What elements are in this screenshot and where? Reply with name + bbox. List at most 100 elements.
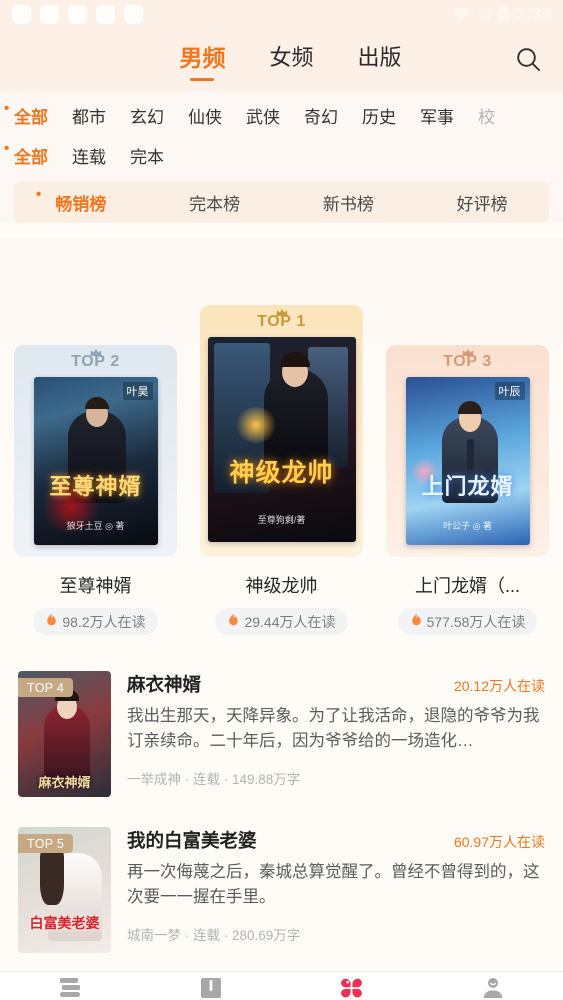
cover-byline: 狼牙土豆 ◎ 著: [66, 520, 125, 531]
status-chip-completed[interactable]: 完本: [130, 143, 164, 168]
book-description: 我出生那天，天降异象。为了让我活命，退隐的爷爷为我订亲续命。二十年后，因为爷爷给…: [127, 707, 540, 751]
list-item-body: 我的白富美老婆 60.97万人在读 再一次侮蔑之后，秦城总算觉醒了。曾经不曾得到…: [127, 827, 545, 953]
category-chip-qihuan[interactable]: 奇幻: [304, 103, 338, 128]
ranking-tab-acclaimed[interactable]: 好评榜: [415, 190, 549, 215]
reader-count-text: 577.58万人在读: [426, 613, 526, 630]
list-item[interactable]: 麻衣神婿 TOP 4 麻衣神婿 20.12万人在读 我出生那天，天降异象。为了让…: [18, 659, 545, 815]
crown-icon: [275, 304, 288, 322]
crown-icon: [89, 344, 102, 362]
wifi-icon: [452, 7, 471, 21]
bookshelf-icon: [57, 976, 84, 1000]
tab-publishing[interactable]: 出版: [358, 40, 402, 80]
fire-icon: [45, 613, 58, 631]
category-chip-fantasy[interactable]: 玄幻: [130, 103, 164, 128]
book-cover: 麻衣神婿 TOP 4: [18, 671, 111, 797]
reader-count-text: 20.12万人在读: [453, 678, 545, 694]
podium-footer: 至尊神婿 98.2万人在读 神级龙帅 29.44万人在读 上门龙婿（... 57…: [0, 560, 563, 635]
cover-title: 白富美老婆: [29, 915, 100, 931]
bottom-navigation: 书架 精选 书库: [0, 971, 563, 1000]
list-item-header: 麻衣神婿 20.12万人在读: [127, 671, 545, 697]
podium-foot-rank3: 上门龙婿（... 577.58万人在读: [386, 560, 549, 635]
cover-byline: 叶公子 ◎ 著: [443, 520, 492, 531]
category-chip-wuxia[interactable]: 武侠: [246, 103, 280, 128]
category-filter-row[interactable]: 全部 都市 玄幻 仙侠 武侠 奇幻 历史 军事 校: [0, 95, 563, 135]
book-cover: 叶昊 至尊神婿 狼牙土豆 ◎ 著: [33, 377, 158, 545]
nav-item-featured[interactable]: 精选: [141, 976, 282, 1000]
channel-tabs: 男频 女频 出版: [161, 39, 401, 81]
rank-badge: TOP 5: [18, 834, 74, 853]
podium-rank-label: TOP 3: [443, 349, 492, 371]
top-tab-bar: 男频 女频 出版: [0, 28, 563, 91]
fire-icon: [227, 613, 240, 631]
book-title[interactable]: 我的白富美老婆: [127, 827, 257, 853]
rank-badge: TOP 4: [18, 678, 74, 697]
podium-foot-rank2: 至尊神婿 98.2万人在读: [14, 560, 177, 635]
notification-placeholder-icon: [96, 4, 115, 24]
status-chip-ongoing[interactable]: 连载: [72, 143, 106, 168]
notification-placeholder-icon: [124, 4, 143, 24]
reader-count-text: 29.44万人在读: [244, 613, 336, 630]
nav-item-bookshelf[interactable]: 书架: [0, 976, 141, 1000]
cover-title: 上门龙婿: [421, 474, 514, 500]
book-cover: 叶辰 上门龙婿 叶公子 ◎ 著: [405, 377, 530, 545]
tab-female-channel[interactable]: 女频: [269, 40, 313, 80]
list-item-body: 麻衣神婿 20.12万人在读 我出生那天，天降异象。为了让我活命，退隐的爷爷为我…: [127, 671, 545, 797]
notification-placeholder-icon: [68, 4, 87, 24]
category-chip-military[interactable]: 军事: [420, 103, 454, 128]
cover-title: 麻衣神婿: [38, 775, 91, 790]
reader-count-text: 98.2万人在读: [62, 613, 146, 630]
podium-book-title[interactable]: 神级龙帅: [246, 572, 318, 598]
notification-placeholder-icon: [12, 4, 31, 24]
clover-icon: [339, 976, 364, 1000]
ranking-tab-bar: 畅销榜 完本榜 新书榜 好评榜: [14, 181, 549, 223]
reader-count-badge: 29.44万人在读: [215, 608, 348, 635]
podium-card-rank1[interactable]: TOP 1 神级龙帅 至尊狗剩/著: [200, 305, 363, 557]
cover-title: 神级龙帅: [229, 458, 334, 487]
search-icon[interactable]: [511, 43, 545, 77]
ranking-tab-completed[interactable]: 完本榜: [148, 190, 282, 215]
podium-card-rank3[interactable]: TOP 3 叶辰 上门龙婿 叶公子 ◎ 著: [386, 345, 549, 557]
book-cover: 白富美老婆 TOP 5: [18, 827, 111, 953]
nav-item-library[interactable]: 书库: [282, 976, 423, 1000]
battery-charging-icon: [498, 6, 509, 22]
crown-icon: [461, 344, 474, 362]
status-bar: 3:39: [0, 0, 563, 28]
notification-placeholder-icon: [40, 4, 59, 24]
reader-count-badge: 577.58万人在读: [397, 608, 538, 635]
category-chip-urban[interactable]: 都市: [72, 103, 106, 128]
tab-male-channel[interactable]: 男频: [179, 39, 225, 81]
book-title[interactable]: 麻衣神婿: [127, 671, 201, 697]
category-chip-campus[interactable]: 校: [478, 103, 495, 128]
cover-author-tag: 叶昊: [122, 382, 153, 400]
app-root: 3:39 男频 女频 出版 全部 都市 玄幻 仙侠 武侠 奇幻 历史 军事 校: [0, 0, 563, 1000]
ranking-list: 麻衣神婿 TOP 4 麻衣神婿 20.12万人在读 我出生那天，天降异象。为了让…: [0, 643, 563, 971]
ranking-tab-bestseller[interactable]: 畅销榜: [14, 186, 148, 215]
podium-book-title[interactable]: 至尊神婿: [60, 572, 132, 598]
fire-icon: [410, 613, 423, 631]
status-chip-all[interactable]: 全部: [4, 140, 48, 168]
category-chip-all[interactable]: 全部: [4, 100, 48, 128]
book-meta: 城南一梦 · 连载 · 280.69万字: [127, 928, 301, 944]
podium-rank-label: TOP 1: [257, 309, 306, 331]
book-cover: 神级龙帅 至尊狗剩/著: [207, 337, 356, 542]
podium-card-rank2[interactable]: TOP 2 叶昊 至尊神婿 狼牙土豆 ◎ 著: [14, 345, 177, 557]
status-bar-indicators: 3:39: [452, 4, 551, 24]
podium-book-title[interactable]: 上门龙婿（...: [415, 572, 520, 598]
book-open-icon: [199, 976, 223, 1000]
status-filter-row[interactable]: 全部 连载 完本: [0, 135, 563, 175]
list-item[interactable]: 白富美老婆 TOP 5 我的白富美老婆 60.97万人在读 再一次侮蔑之后，秦城…: [18, 815, 545, 971]
ranking-tab-new[interactable]: 新书榜: [282, 190, 416, 215]
book-description: 再一次侮蔑之后，秦城总算觉醒了。曾经不曾得到的，这次要一一握在手里。: [127, 863, 540, 907]
person-icon: [481, 976, 505, 1000]
status-bar-notifications: [12, 4, 143, 24]
category-chip-xianxia[interactable]: 仙侠: [188, 103, 222, 128]
category-chip-history[interactable]: 历史: [362, 103, 396, 128]
podium-rank-label: TOP 2: [71, 349, 120, 371]
status-bar-clock: 3:39: [515, 4, 551, 23]
nav-item-profile[interactable]: 我的: [422, 976, 563, 1000]
list-item-header: 我的白富美老婆 60.97万人在读: [127, 827, 545, 853]
cover-author-tag: 叶辰: [494, 382, 525, 400]
reader-count-text: 60.97万人在读: [453, 834, 545, 850]
cover-byline: 至尊狗剩/著: [257, 514, 306, 525]
cover-title: 至尊神婿: [49, 474, 142, 500]
